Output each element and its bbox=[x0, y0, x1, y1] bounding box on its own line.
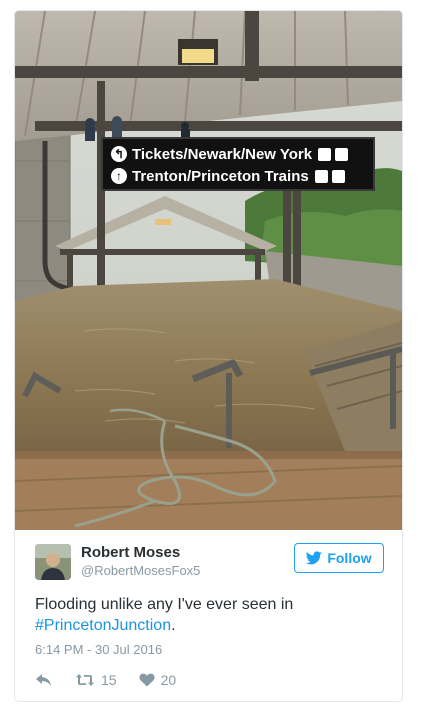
retweet-count: 15 bbox=[101, 672, 117, 688]
retweet-button[interactable]: 15 bbox=[75, 672, 117, 688]
reply-icon bbox=[36, 674, 51, 686]
station-sign: ↰ Tickets/Newark/New York ↑ Trenton/Prin… bbox=[101, 137, 375, 191]
follow-label: Follow bbox=[327, 550, 372, 566]
tweet-actions: 15 20 bbox=[35, 670, 198, 690]
turn-arrow-icon: ↰ bbox=[111, 146, 127, 162]
train-icon-2 bbox=[314, 169, 328, 183]
hashtag-link[interactable]: #PrincetonJunction bbox=[35, 617, 171, 634]
tweet-photo[interactable]: ↰ Tickets/Newark/New York ↑ Trenton/Prin… bbox=[15, 11, 402, 530]
tweet-text: Flooding unlike any I've ever seen in #P… bbox=[35, 594, 385, 636]
up-arrow-icon: ↑ bbox=[111, 168, 127, 184]
author-handle[interactable]: @RobertMosesFox5 bbox=[81, 562, 200, 580]
tweet-card: ↰ Tickets/Newark/New York ↑ Trenton/Prin… bbox=[14, 10, 403, 702]
sign-line-1: Tickets/Newark/New York bbox=[132, 145, 313, 163]
heart-icon bbox=[138, 673, 155, 687]
reply-button[interactable] bbox=[35, 673, 53, 687]
tweet-timestamp[interactable]: 6:14 PM - 30 Jul 2016 bbox=[35, 642, 162, 658]
train-icon bbox=[335, 147, 349, 161]
flooded-station-illustration bbox=[15, 11, 402, 530]
like-button[interactable]: 20 bbox=[138, 672, 177, 688]
sign-line-2: Trenton/Princeton Trains bbox=[132, 167, 309, 185]
follow-button[interactable]: Follow bbox=[294, 543, 384, 573]
avatar-image bbox=[35, 544, 71, 580]
twitter-bird-icon bbox=[306, 551, 323, 565]
tweet-text-line-1: Flooding unlike any I've ever seen in bbox=[35, 596, 294, 613]
like-count: 20 bbox=[160, 672, 177, 688]
tweet-header: Robert Moses @RobertMosesFox5 Follow bbox=[15, 540, 402, 584]
hashtag-suffix: . bbox=[171, 617, 176, 634]
tweet-text-line-2: #PrincetonJunction. bbox=[35, 615, 385, 636]
flag-icon bbox=[331, 169, 345, 183]
retweet-icon bbox=[76, 674, 94, 686]
avatar[interactable] bbox=[35, 544, 71, 580]
ticket-icon bbox=[318, 147, 332, 161]
author-names[interactable]: Robert Moses @RobertMosesFox5 bbox=[81, 544, 200, 580]
author-name[interactable]: Robert Moses bbox=[81, 544, 200, 562]
